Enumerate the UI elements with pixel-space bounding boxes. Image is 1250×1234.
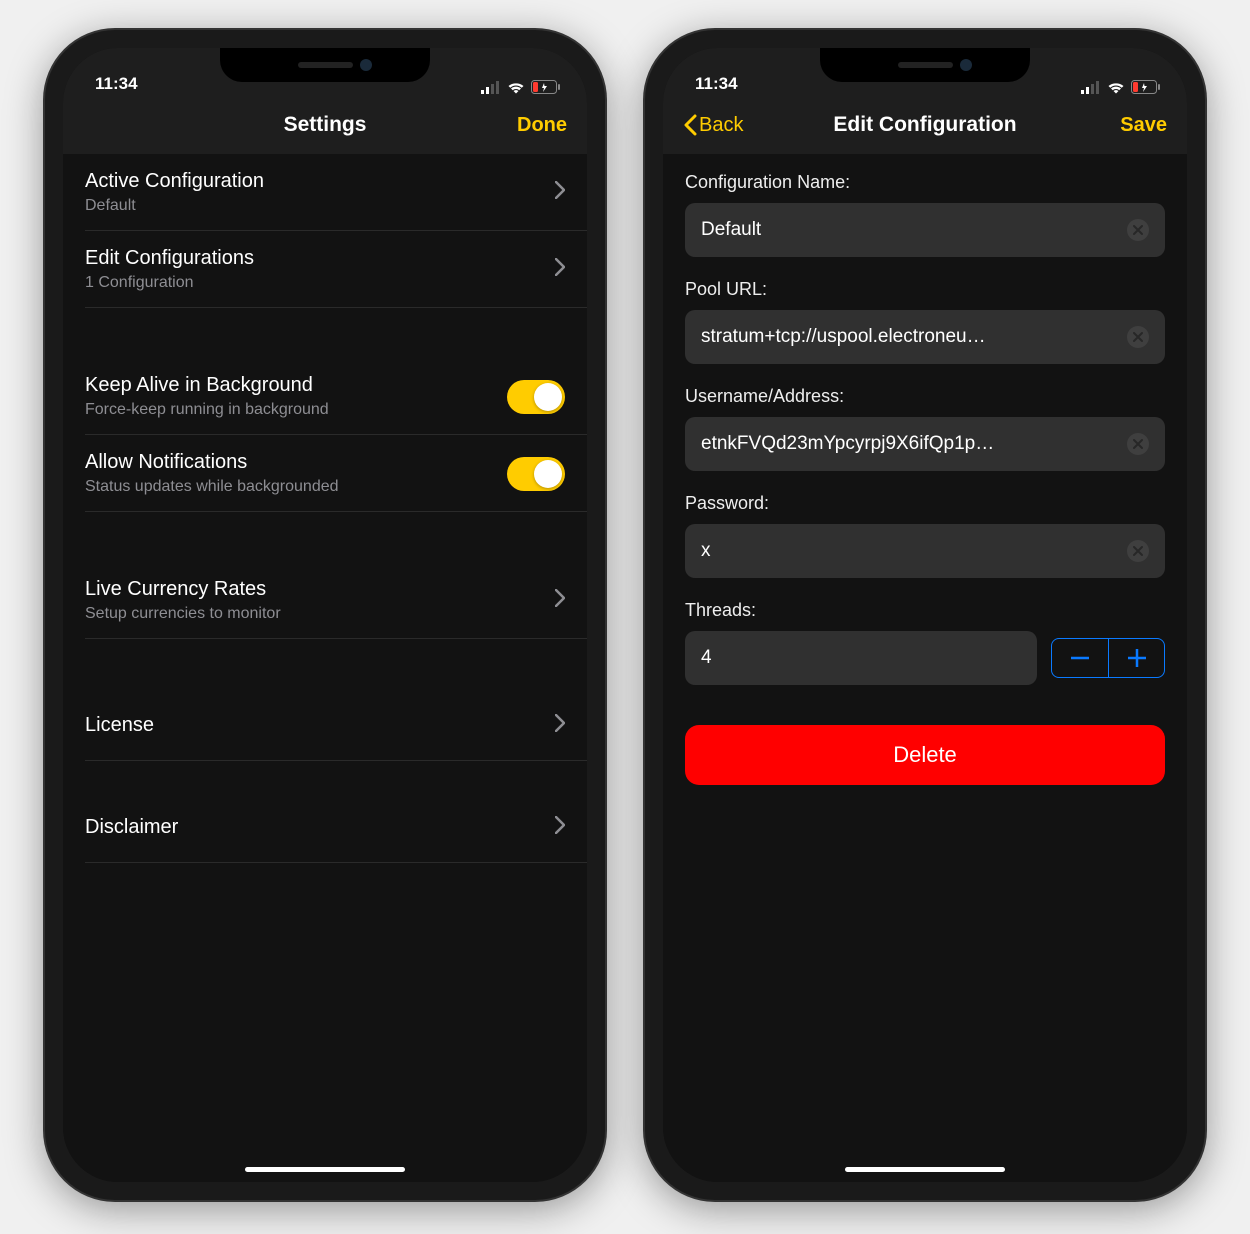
field-value: 4 <box>701 647 1021 669</box>
delete-label: Delete <box>893 742 957 768</box>
row-live-currency-rates[interactable]: Live Currency Rates Setup currencies to … <box>63 562 587 639</box>
wifi-icon <box>1107 81 1125 94</box>
clear-icon[interactable] <box>1127 326 1149 348</box>
field-value: Default <box>701 219 1127 241</box>
field-value: etnkFVQd23mYpcyrpj9X6ifQp1p… <box>701 433 1127 455</box>
chevron-right-icon <box>555 258 565 281</box>
home-indicator[interactable] <box>245 1167 405 1172</box>
delete-button[interactable]: Delete <box>685 725 1165 785</box>
row-license[interactable]: License <box>63 689 587 761</box>
row-title: Live Currency Rates <box>85 578 281 601</box>
row-subtitle: 1 Configuration <box>85 274 254 292</box>
screen-left: 11:34 Settings Done Active Configuration… <box>63 48 587 1182</box>
minus-icon <box>1071 656 1089 660</box>
clear-icon[interactable] <box>1127 219 1149 241</box>
battery-low-icon <box>531 80 561 94</box>
done-button[interactable]: Done <box>517 114 567 137</box>
field-value: stratum+tcp://uspool.electroneu… <box>701 326 1127 348</box>
toggle-keep-alive[interactable] <box>507 380 565 414</box>
row-disclaimer[interactable]: Disclaimer <box>63 791 587 863</box>
status-time: 11:34 <box>95 74 138 94</box>
clear-icon[interactable] <box>1127 540 1149 562</box>
label-password: Password: <box>685 493 1165 514</box>
status-icons <box>1081 80 1161 94</box>
field-value: x <box>701 540 1127 562</box>
phone-left: 11:34 Settings Done Active Configuration… <box>45 30 605 1200</box>
signal-icon <box>481 81 501 94</box>
battery-low-icon <box>1131 80 1161 94</box>
nav-bar-settings: Settings Done <box>63 96 587 154</box>
row-subtitle: Force-keep running in background <box>85 401 329 419</box>
status-time: 11:34 <box>695 74 738 94</box>
row-keep-alive[interactable]: Keep Alive in Background Force-keep runn… <box>63 358 587 435</box>
plus-icon <box>1128 649 1146 667</box>
chevron-right-icon <box>555 714 565 737</box>
edit-content: Configuration Name: Default Pool URL: st… <box>663 154 1187 1182</box>
row-active-configuration[interactable]: Active Configuration Default <box>63 154 587 231</box>
row-allow-notifications[interactable]: Allow Notifications Status updates while… <box>63 435 587 512</box>
row-edit-configurations[interactable]: Edit Configurations 1 Configuration <box>63 231 587 308</box>
notch <box>820 48 1030 82</box>
notch <box>220 48 430 82</box>
label-username: Username/Address: <box>685 386 1165 407</box>
back-label: Back <box>699 114 743 137</box>
settings-content: Active Configuration Default Edit Config… <box>63 154 587 1182</box>
row-title: Keep Alive in Background <box>85 374 329 397</box>
save-button[interactable]: Save <box>1120 114 1167 137</box>
row-subtitle: Setup currencies to monitor <box>85 605 281 623</box>
label-threads: Threads: <box>685 600 1165 621</box>
row-title: Allow Notifications <box>85 451 339 474</box>
field-pool-url[interactable]: stratum+tcp://uspool.electroneu… <box>685 310 1165 364</box>
row-title: Edit Configurations <box>85 247 254 270</box>
nav-bar-edit: Back Edit Configuration Save <box>663 96 1187 154</box>
threads-stepper <box>1051 638 1165 678</box>
signal-icon <box>1081 81 1101 94</box>
label-pool-url: Pool URL: <box>685 279 1165 300</box>
field-threads[interactable]: 4 <box>685 631 1037 685</box>
clear-icon[interactable] <box>1127 433 1149 455</box>
back-button[interactable]: Back <box>683 114 743 137</box>
row-subtitle: Default <box>85 197 264 215</box>
nav-title: Settings <box>63 113 587 137</box>
chevron-right-icon <box>555 816 565 839</box>
chevron-right-icon <box>555 181 565 204</box>
field-config-name[interactable]: Default <box>685 203 1165 257</box>
label-config-name: Configuration Name: <box>685 172 1165 193</box>
wifi-icon <box>507 81 525 94</box>
row-title: Active Configuration <box>85 170 264 193</box>
stepper-minus-button[interactable] <box>1052 639 1108 677</box>
field-password[interactable]: x <box>685 524 1165 578</box>
phone-right: 11:34 Back Edit Configuration Save Confi… <box>645 30 1205 1200</box>
row-title: Disclaimer <box>85 816 178 839</box>
row-title: License <box>85 714 154 737</box>
chevron-left-icon <box>683 114 697 136</box>
status-icons <box>481 80 561 94</box>
toggle-notifications[interactable] <box>507 457 565 491</box>
field-username[interactable]: etnkFVQd23mYpcyrpj9X6ifQp1p… <box>685 417 1165 471</box>
screen-right: 11:34 Back Edit Configuration Save Confi… <box>663 48 1187 1182</box>
home-indicator[interactable] <box>845 1167 1005 1172</box>
row-subtitle: Status updates while backgrounded <box>85 478 339 496</box>
stepper-plus-button[interactable] <box>1108 639 1164 677</box>
chevron-right-icon <box>555 589 565 612</box>
